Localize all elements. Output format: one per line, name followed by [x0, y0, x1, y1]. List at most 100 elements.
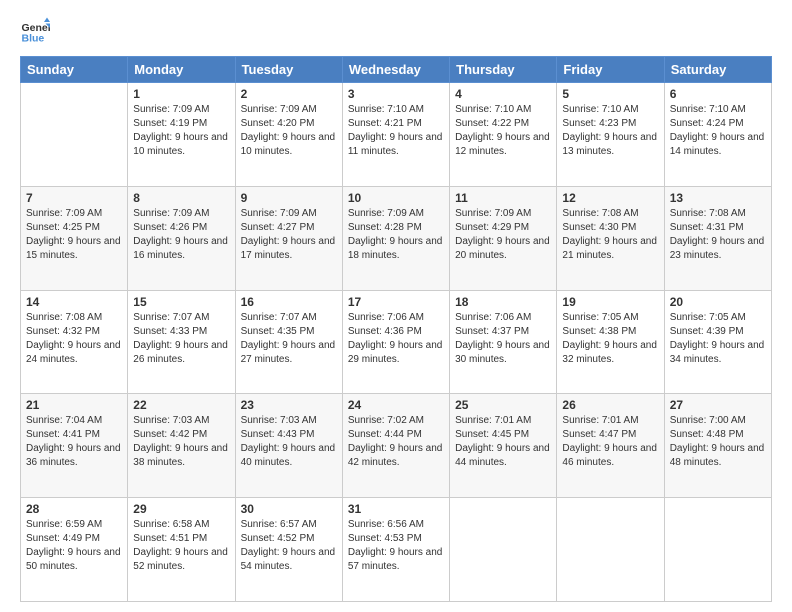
- day-cell: 5Sunrise: 7:10 AMSunset: 4:23 PMDaylight…: [557, 83, 664, 187]
- day-info: Sunrise: 7:09 AMSunset: 4:19 PMDaylight:…: [133, 103, 229, 159]
- day-number: 22: [133, 398, 229, 412]
- day-cell: 30Sunrise: 6:57 AMSunset: 4:52 PMDayligh…: [235, 498, 342, 602]
- day-cell: 7 Sunrise: 7:09 AMSunset: 4:25 PMDaylight…: [21, 186, 128, 290]
- day-info: Sunrise: 6:58 AMSunset: 4:51 PMDaylight:…: [133, 518, 229, 574]
- col-header-thursday: Thursday: [450, 57, 557, 83]
- day-number: 11: [455, 191, 551, 205]
- day-cell: 2Sunrise: 7:09 AMSunset: 4:20 PMDaylight…: [235, 83, 342, 187]
- col-header-friday: Friday: [557, 57, 664, 83]
- week-row-1: 7 Sunrise: 7:09 AMSunset: 4:25 PMDaylight…: [21, 186, 772, 290]
- day-cell: 21 Sunrise: 7:04 AMSunset: 4:41 PMDayligh…: [21, 394, 128, 498]
- day-info: Sunrise: 7:09 AMSunset: 4:25 PMDaylight:…: [26, 207, 122, 263]
- day-info: Sunrise: 7:09 AMSunset: 4:29 PMDaylight:…: [455, 207, 551, 263]
- day-cell: 1 Sunrise: 7:09 AMSunset: 4:19 PMDaylight…: [128, 83, 235, 187]
- day-info: Sunrise: 7:00 AMSunset: 4:48 PMDaylight:…: [670, 414, 766, 470]
- header: General Blue: [20, 16, 772, 46]
- day-cell: 29Sunrise: 6:58 AMSunset: 4:51 PMDayligh…: [128, 498, 235, 602]
- day-cell: [450, 498, 557, 602]
- day-info: Sunrise: 6:56 AMSunset: 4:53 PMDaylight:…: [348, 518, 444, 574]
- day-number: 27: [670, 398, 766, 412]
- day-cell: 15Sunrise: 7:07 AMSunset: 4:33 PMDayligh…: [128, 290, 235, 394]
- day-info: Sunrise: 7:09 AMSunset: 4:20 PMDaylight:…: [241, 103, 337, 159]
- week-row-2: 14Sunrise: 7:08 AMSunset: 4:32 PMDayligh…: [21, 290, 772, 394]
- page: General Blue SundayMondayTuesdayWednesda…: [0, 0, 792, 612]
- day-number: 28: [26, 502, 122, 516]
- day-info: Sunrise: 7:06 AMSunset: 4:37 PMDaylight:…: [455, 311, 551, 367]
- week-row-3: 21 Sunrise: 7:04 AMSunset: 4:41 PMDayligh…: [21, 394, 772, 498]
- week-row-4: 28 Sunrise: 6:59 AMSunset: 4:49 PMDayligh…: [21, 498, 772, 602]
- day-cell: [21, 83, 128, 187]
- day-number: 9: [241, 191, 337, 205]
- day-cell: 26 Sunrise: 7:01 AMSunset: 4:47 PMDayligh…: [557, 394, 664, 498]
- col-header-tuesday: Tuesday: [235, 57, 342, 83]
- day-info: Sunrise: 7:10 AMSunset: 4:24 PMDaylight:…: [670, 103, 766, 159]
- day-number: 10: [348, 191, 444, 205]
- day-cell: 25 Sunrise: 7:01 AMSunset: 4:45 PMDayligh…: [450, 394, 557, 498]
- logo-icon: General Blue: [20, 16, 50, 46]
- day-cell: 20 Sunrise: 7:05 AMSunset: 4:39 PMDayligh…: [664, 290, 771, 394]
- day-number: 19: [562, 295, 658, 309]
- day-info: Sunrise: 7:02 AMSunset: 4:44 PMDaylight:…: [348, 414, 444, 470]
- day-info: Sunrise: 7:10 AMSunset: 4:22 PMDaylight:…: [455, 103, 551, 159]
- day-cell: 22Sunrise: 7:03 AMSunset: 4:42 PMDayligh…: [128, 394, 235, 498]
- day-number: 26: [562, 398, 658, 412]
- day-cell: 4 Sunrise: 7:10 AMSunset: 4:22 PMDaylight…: [450, 83, 557, 187]
- svg-text:Blue: Blue: [22, 33, 45, 45]
- day-cell: 8 Sunrise: 7:09 AMSunset: 4:26 PMDaylight…: [128, 186, 235, 290]
- day-info: Sunrise: 7:04 AMSunset: 4:41 PMDaylight:…: [26, 414, 122, 470]
- day-number: 24: [348, 398, 444, 412]
- day-cell: [664, 498, 771, 602]
- day-cell: 31Sunrise: 6:56 AMSunset: 4:53 PMDayligh…: [342, 498, 449, 602]
- day-info: Sunrise: 7:09 AMSunset: 4:26 PMDaylight:…: [133, 207, 229, 263]
- day-info: Sunrise: 7:10 AMSunset: 4:23 PMDaylight:…: [562, 103, 658, 159]
- day-number: 1: [133, 87, 229, 101]
- day-cell: 13 Sunrise: 7:08 AMSunset: 4:31 PMDayligh…: [664, 186, 771, 290]
- day-number: 8: [133, 191, 229, 205]
- day-cell: [557, 498, 664, 602]
- day-cell: 24 Sunrise: 7:02 AMSunset: 4:44 PMDayligh…: [342, 394, 449, 498]
- day-cell: 16 Sunrise: 7:07 AMSunset: 4:35 PMDayligh…: [235, 290, 342, 394]
- day-number: 12: [562, 191, 658, 205]
- day-cell: 18 Sunrise: 7:06 AMSunset: 4:37 PMDayligh…: [450, 290, 557, 394]
- day-cell: 14Sunrise: 7:08 AMSunset: 4:32 PMDayligh…: [21, 290, 128, 394]
- day-number: 15: [133, 295, 229, 309]
- day-info: Sunrise: 7:06 AMSunset: 4:36 PMDaylight:…: [348, 311, 444, 367]
- col-header-monday: Monday: [128, 57, 235, 83]
- day-info: Sunrise: 6:57 AMSunset: 4:52 PMDaylight:…: [241, 518, 337, 574]
- day-info: Sunrise: 7:01 AMSunset: 4:45 PMDaylight:…: [455, 414, 551, 470]
- header-row: SundayMondayTuesdayWednesdayThursdayFrid…: [21, 57, 772, 83]
- col-header-saturday: Saturday: [664, 57, 771, 83]
- day-info: Sunrise: 7:01 AMSunset: 4:47 PMDaylight:…: [562, 414, 658, 470]
- day-cell: 17 Sunrise: 7:06 AMSunset: 4:36 PMDayligh…: [342, 290, 449, 394]
- day-info: Sunrise: 6:59 AMSunset: 4:49 PMDaylight:…: [26, 518, 122, 574]
- logo: General Blue: [20, 16, 50, 46]
- day-cell: 27 Sunrise: 7:00 AMSunset: 4:48 PMDayligh…: [664, 394, 771, 498]
- calendar-table: SundayMondayTuesdayWednesdayThursdayFrid…: [20, 56, 772, 602]
- day-cell: 3Sunrise: 7:10 AMSunset: 4:21 PMDaylight…: [342, 83, 449, 187]
- day-number: 16: [241, 295, 337, 309]
- day-number: 23: [241, 398, 337, 412]
- day-info: Sunrise: 7:03 AMSunset: 4:43 PMDaylight:…: [241, 414, 337, 470]
- day-number: 13: [670, 191, 766, 205]
- day-number: 7: [26, 191, 122, 205]
- day-cell: 11 Sunrise: 7:09 AMSunset: 4:29 PMDayligh…: [450, 186, 557, 290]
- day-number: 6: [670, 87, 766, 101]
- day-number: 18: [455, 295, 551, 309]
- day-number: 4: [455, 87, 551, 101]
- day-info: Sunrise: 7:05 AMSunset: 4:39 PMDaylight:…: [670, 311, 766, 367]
- day-cell: 9Sunrise: 7:09 AMSunset: 4:27 PMDaylight…: [235, 186, 342, 290]
- day-info: Sunrise: 7:08 AMSunset: 4:30 PMDaylight:…: [562, 207, 658, 263]
- day-info: Sunrise: 7:08 AMSunset: 4:31 PMDaylight:…: [670, 207, 766, 263]
- day-info: Sunrise: 7:08 AMSunset: 4:32 PMDaylight:…: [26, 311, 122, 367]
- day-info: Sunrise: 7:05 AMSunset: 4:38 PMDaylight:…: [562, 311, 658, 367]
- day-cell: 10Sunrise: 7:09 AMSunset: 4:28 PMDayligh…: [342, 186, 449, 290]
- day-cell: 19 Sunrise: 7:05 AMSunset: 4:38 PMDayligh…: [557, 290, 664, 394]
- day-number: 20: [670, 295, 766, 309]
- day-number: 17: [348, 295, 444, 309]
- day-number: 25: [455, 398, 551, 412]
- col-header-sunday: Sunday: [21, 57, 128, 83]
- day-cell: 28 Sunrise: 6:59 AMSunset: 4:49 PMDayligh…: [21, 498, 128, 602]
- day-info: Sunrise: 7:07 AMSunset: 4:35 PMDaylight:…: [241, 311, 337, 367]
- day-number: 21: [26, 398, 122, 412]
- day-number: 3: [348, 87, 444, 101]
